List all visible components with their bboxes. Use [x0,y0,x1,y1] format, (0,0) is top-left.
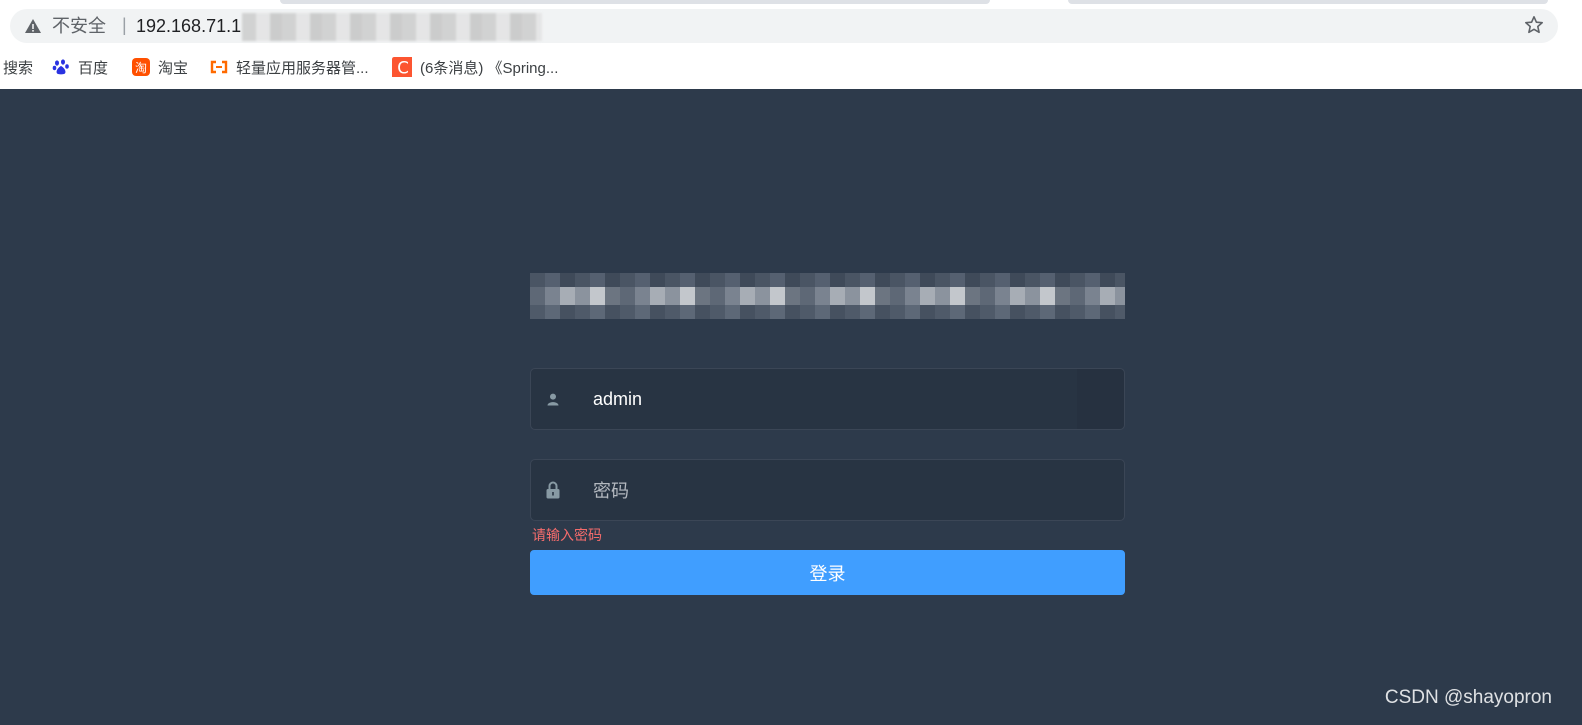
svg-text:C: C [397,59,409,77]
address-bar[interactable]: 不安全 | 192.168.71.1 [10,9,1558,43]
csdn-icon: C [392,57,412,77]
login-button[interactable]: 登录 [530,550,1125,595]
username-input[interactable]: admin [593,369,1063,429]
url-text[interactable]: 192.168.71.1 [136,16,241,36]
user-icon [531,369,575,429]
bookmark-label: 百度 [78,59,109,77]
bookmark-aliyun[interactable]: 轻量应用服务器管... [210,55,369,79]
lock-icon [531,460,575,520]
username-field-suffix [1077,369,1124,429]
bookmark-label: 淘宝 [158,59,189,77]
aliyun-icon [210,60,228,74]
password-error-message: 请输入密码 [532,527,602,543]
taobao-icon: 淘 [132,58,150,76]
username-field[interactable]: admin [530,368,1125,430]
password-field[interactable]: 密码 [530,459,1125,521]
bookmark-csdn[interactable]: C (6条消息) 《Spring... [392,55,558,79]
tab-strip-edge [1068,0,1548,4]
svg-text:淘: 淘 [135,61,147,75]
bookmarks-bar: 搜索 百度 淘 淘宝 轻量应用服务器管... C (6条消息) 《Spring.… [0,55,1582,79]
browser-chrome: 不安全 | 192.168.71.1 搜索 百度 淘 淘宝 轻量应用服务器管..… [0,0,1582,89]
security-separator: | [122,15,127,35]
bookmark-baidu[interactable]: 百度 [52,55,108,79]
baidu-paw-icon [52,59,69,75]
password-input[interactable]: 密码 [593,460,1063,520]
bookmark-label: 轻量应用服务器管... [236,59,369,77]
url-redaction [242,13,542,41]
warning-icon[interactable] [24,17,42,35]
bookmark-star-icon[interactable] [1524,15,1544,35]
bookmark-search[interactable]: 搜索 [3,55,33,79]
login-title-redacted [530,273,1125,319]
security-status[interactable]: 不安全 [52,16,106,36]
bookmark-taobao[interactable]: 淘 淘宝 [132,55,188,79]
bookmark-label: 搜索 [3,59,34,77]
watermark: CSDN @shayopron [1384,687,1552,708]
login-page: admin 密码 请输入密码 登录 CSDN @shayopron [0,89,1582,725]
tab-strip-edge [280,0,990,4]
bookmark-label: (6条消息) 《Spring... [420,59,559,77]
